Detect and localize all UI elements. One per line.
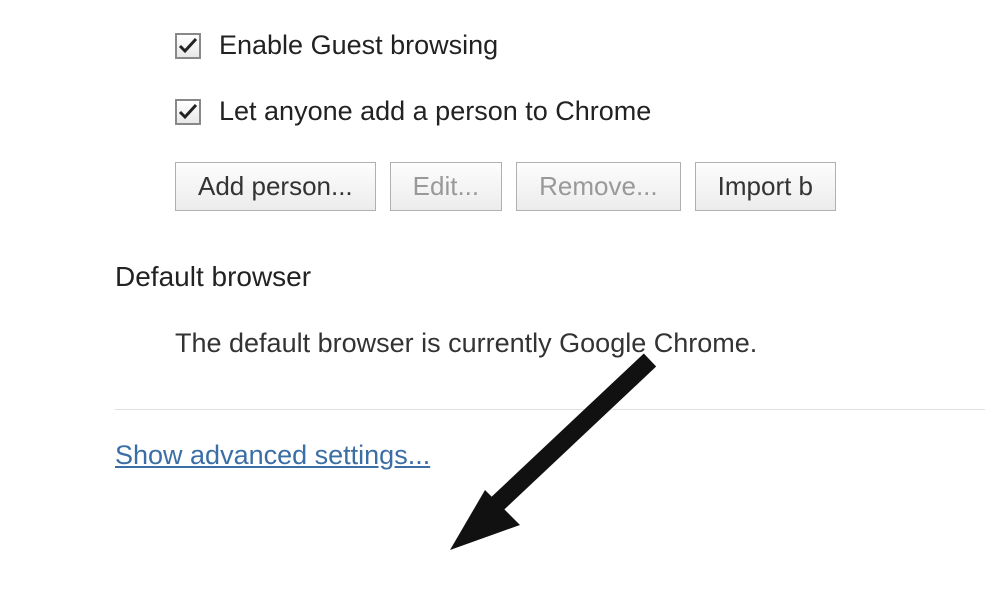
guest-browsing-label: Enable Guest browsing — [219, 30, 498, 61]
add-person-button[interactable]: Add person... — [175, 162, 376, 211]
section-divider — [115, 409, 985, 410]
check-icon — [178, 103, 198, 121]
show-advanced-settings-link[interactable]: Show advanced settings... — [115, 440, 430, 471]
check-icon — [178, 37, 198, 55]
default-browser-title: Default browser — [115, 261, 1000, 293]
import-button[interactable]: Import b — [695, 162, 836, 211]
people-button-row: Add person... Edit... Remove... Import b — [175, 162, 1000, 211]
remove-person-button[interactable]: Remove... — [516, 162, 681, 211]
edit-person-button[interactable]: Edit... — [390, 162, 502, 211]
default-browser-text: The default browser is currently Google … — [115, 328, 1000, 359]
guest-browsing-checkbox[interactable] — [175, 33, 201, 59]
anyone-add-label: Let anyone add a person to Chrome — [219, 96, 651, 127]
anyone-add-checkbox[interactable] — [175, 99, 201, 125]
guest-browsing-row: Enable Guest browsing — [175, 30, 1000, 61]
annotation-arrow-icon — [430, 350, 690, 570]
anyone-add-row: Let anyone add a person to Chrome — [175, 96, 1000, 127]
default-browser-section: Default browser The default browser is c… — [0, 261, 1000, 359]
